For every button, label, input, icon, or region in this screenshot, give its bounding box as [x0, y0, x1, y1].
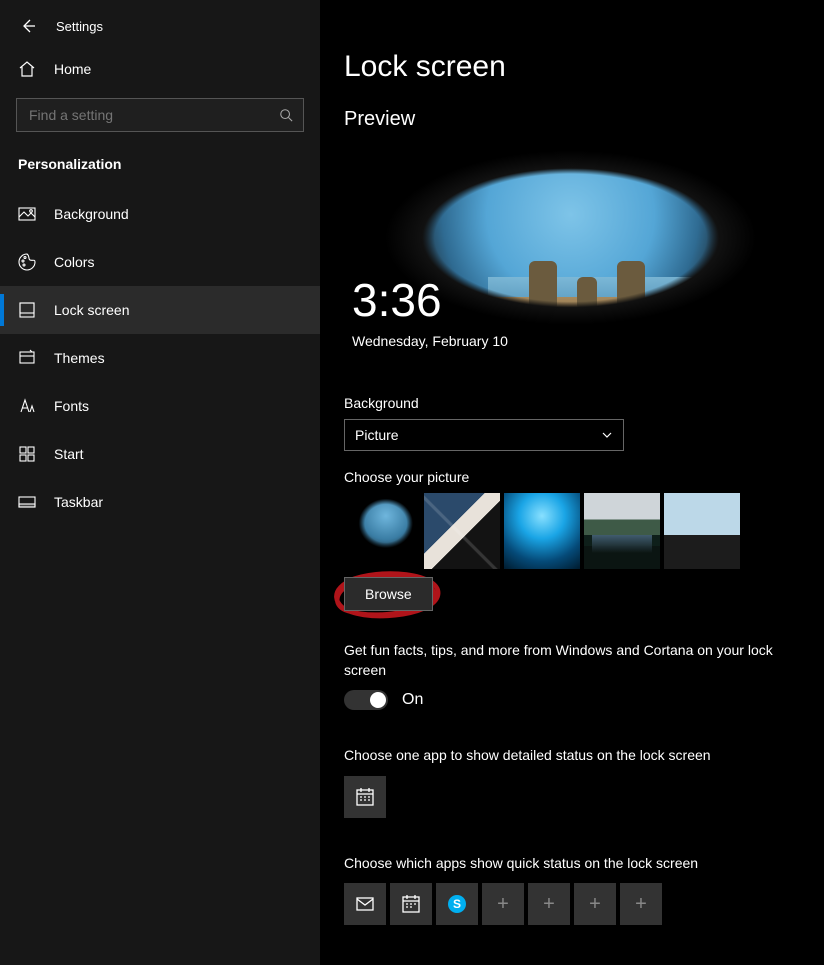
plus-icon: + [589, 893, 601, 916]
chevron-down-icon [601, 429, 613, 441]
sidebar-item-background[interactable]: Background [0, 190, 320, 238]
choose-picture-label: Choose your picture [344, 469, 824, 485]
skype-icon: S [446, 893, 468, 915]
detailed-status-label: Choose one app to show detailed status o… [344, 746, 774, 766]
sidebar-item-colors[interactable]: Colors [0, 238, 320, 286]
fun-facts-state: On [402, 691, 423, 709]
preview-date: Wednesday, February 10 [352, 333, 508, 349]
search-icon [279, 108, 293, 122]
detailed-status-app[interactable] [344, 776, 386, 818]
quick-status-app-add[interactable]: + [528, 883, 570, 925]
search-input[interactable] [16, 98, 304, 132]
sidebar-item-start[interactable]: Start [0, 430, 320, 478]
quick-status-app-add[interactable]: + [482, 883, 524, 925]
background-label: Background [344, 395, 824, 411]
sidebar: Settings Home Personalization Background… [0, 0, 320, 965]
quick-status-app-calendar[interactable] [390, 883, 432, 925]
fonts-icon [18, 397, 36, 415]
sidebar-item-themes[interactable]: Themes [0, 334, 320, 382]
quick-status-app-add[interactable]: + [620, 883, 662, 925]
main-content: Lock screen Preview 3:36 Wednesday, Febr… [320, 0, 824, 965]
quick-status-label: Choose which apps show quick status on t… [344, 854, 774, 874]
nav-home-label: Home [54, 61, 91, 77]
taskbar-icon [18, 493, 36, 511]
preview-time: 3:36 [352, 273, 442, 327]
sidebar-item-label: Colors [54, 254, 94, 270]
picture-thumbnail[interactable] [424, 493, 500, 569]
titlebar: Settings [0, 12, 320, 48]
background-dropdown-value: Picture [355, 427, 399, 443]
quick-status-app-add[interactable]: + [574, 883, 616, 925]
sidebar-item-label: Taskbar [54, 494, 103, 510]
sidebar-item-label: Themes [54, 350, 105, 366]
quick-status-app-mail[interactable] [344, 883, 386, 925]
picture-thumbnail[interactable] [344, 493, 420, 569]
mail-icon [354, 893, 376, 915]
quick-status-app-skype[interactable]: S [436, 883, 478, 925]
picture-thumbnail[interactable] [584, 493, 660, 569]
calendar-icon [400, 893, 422, 915]
sidebar-item-label: Lock screen [54, 302, 129, 318]
picture-thumbnails [344, 493, 824, 569]
plus-icon: + [543, 893, 555, 916]
plus-icon: + [497, 893, 509, 916]
plus-icon: + [635, 893, 647, 916]
section-title: Personalization [0, 150, 320, 190]
browse-button-label: Browse [365, 586, 412, 602]
sidebar-item-fonts[interactable]: Fonts [0, 382, 320, 430]
background-dropdown[interactable]: Picture [344, 419, 624, 451]
palette-icon [18, 253, 36, 271]
back-icon[interactable] [20, 18, 36, 34]
sidebar-item-taskbar[interactable]: Taskbar [0, 478, 320, 526]
themes-icon [18, 349, 36, 367]
lock-screen-icon [18, 301, 36, 319]
picture-icon [18, 205, 36, 223]
sidebar-item-label: Background [54, 206, 129, 222]
picture-thumbnail[interactable] [504, 493, 580, 569]
lock-screen-preview: 3:36 Wednesday, February 10 [344, 145, 756, 377]
picture-thumbnail[interactable] [664, 493, 740, 569]
app-title: Settings [56, 19, 103, 34]
browse-button[interactable]: Browse [344, 577, 433, 611]
preview-heading: Preview [344, 108, 824, 131]
sidebar-item-lock-screen[interactable]: Lock screen [0, 286, 320, 334]
calendar-icon [354, 786, 376, 808]
page-title: Lock screen [344, 50, 824, 84]
svg-text:S: S [453, 897, 461, 911]
search-field[interactable] [27, 106, 279, 124]
sidebar-item-label: Fonts [54, 398, 89, 414]
sidebar-item-label: Start [54, 446, 84, 462]
nav-home[interactable]: Home [0, 48, 320, 90]
fun-facts-label: Get fun facts, tips, and more from Windo… [344, 641, 774, 680]
fun-facts-toggle[interactable] [344, 690, 388, 710]
home-icon [18, 60, 36, 78]
start-icon [18, 445, 36, 463]
